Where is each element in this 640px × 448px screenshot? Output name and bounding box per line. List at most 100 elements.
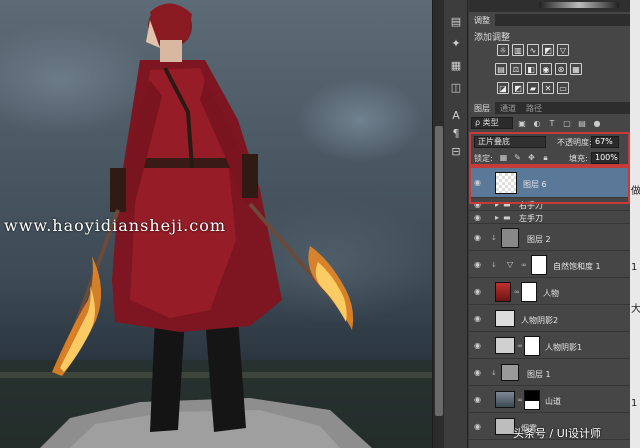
tab-channels[interactable]: 通道 (495, 102, 521, 114)
disclosure-icon[interactable]: ▸ (495, 200, 499, 209)
layer-group-row[interactable]: ◉ ▸ ▬ 左手刀 (469, 211, 630, 224)
layer-name: 人物阴影2 (521, 316, 559, 325)
lock-paint-icon[interactable]: ✎ (513, 153, 522, 162)
layer-thumbnail (495, 391, 515, 408)
folder-icon: ▬ (503, 213, 511, 222)
hue-saturation-icon[interactable]: ▤ (495, 63, 507, 75)
histogram-graph (539, 2, 619, 8)
properties-icon[interactable]: ⊟ (446, 142, 466, 160)
history-icon[interactable]: ▤ (446, 12, 466, 30)
layer-mask-thumbnail (524, 390, 540, 410)
adjust-icon[interactable]: ✦ (446, 34, 466, 52)
layer-row[interactable]: ◉ ∞ 人物阴影1 (469, 333, 630, 359)
eye-icon[interactable]: ◉ (474, 342, 484, 350)
blend-mode-select[interactable]: 正片叠底 (474, 136, 546, 148)
posterize-icon[interactable]: ◩ (512, 82, 524, 94)
invert-icon[interactable]: ◪ (497, 82, 509, 94)
chain-icon: ∞ (517, 396, 523, 404)
filter-toggle-icon[interactable]: ● (591, 117, 603, 129)
lock-label: 锁定: (474, 154, 493, 163)
brightness-icon[interactable]: ☼ (497, 44, 509, 56)
clip-arrow-icon: ↓ (491, 234, 497, 242)
eye-icon[interactable]: ◉ (474, 234, 484, 242)
layer-thumbnail (495, 337, 515, 354)
layer-thumbnail (495, 418, 515, 435)
selective-color-icon[interactable]: ✕ (542, 82, 554, 94)
adjustments-tabbar: 调整 (469, 14, 630, 26)
right-panels: 调整 添加调整 ☼ ▥ ∿ ◩ ▽ ▤ ⚖ ◧ ◉ ⊛ ▦ ◪ ◩ ▰ ✕ ▭ … (469, 0, 630, 448)
layer-name: 图层 2 (527, 235, 551, 244)
color-lookup-icon[interactable]: ▦ (570, 63, 582, 75)
watermark-text: www.haoyidiansheji.com (4, 216, 227, 235)
adjustments-row-3: ◪ ◩ ▰ ✕ ▭ (497, 82, 569, 94)
filter-type-select[interactable]: ρ 类型 (471, 117, 513, 129)
document-canvas[interactable]: www.haoyidiansheji.com (0, 0, 432, 448)
fill-label: 填充: (569, 154, 588, 163)
vibrance-icon[interactable]: ▽ (557, 44, 569, 56)
eye-icon[interactable]: ◉ (474, 396, 484, 404)
lock-transparent-icon[interactable]: ▦ (499, 153, 508, 162)
photo-filter-icon[interactable]: ◉ (540, 63, 552, 75)
adjustments-title: 添加调整 (474, 33, 511, 43)
color-balance-icon[interactable]: ⚖ (510, 63, 522, 75)
layer-name: 右手刀 (519, 201, 543, 210)
vibrance-icon: ▽ (507, 260, 514, 269)
edge-text: 大 (631, 304, 640, 315)
lock-all-icon[interactable]: 🔒︎ (541, 153, 550, 162)
filter-adjust-icon[interactable]: ◐ (531, 117, 543, 129)
layer-mask-thumbnail (531, 255, 547, 275)
eye-icon[interactable]: ◉ (474, 201, 484, 209)
levels-icon[interactable]: ▥ (512, 44, 524, 56)
eye-icon[interactable]: ◉ (474, 369, 484, 377)
filter-pixel-icon[interactable]: ▣ (516, 117, 528, 129)
eye-icon[interactable]: ◉ (474, 179, 484, 187)
filter-shape-icon[interactable]: ▢ (561, 117, 573, 129)
clip-arrow-icon: ↓ (491, 369, 497, 377)
canvas-scrollbar[interactable] (432, 0, 444, 448)
fill-field[interactable]: 100% (591, 152, 619, 164)
layer-thumbnail (495, 282, 511, 302)
filter-smart-icon[interactable]: ▤ (576, 117, 588, 129)
chain-icon: ∞ (514, 288, 520, 296)
layer-group-row[interactable]: ◉ ▸ ▬ 右手刀 (469, 198, 630, 211)
edge-text: 1 (631, 398, 638, 409)
layers-tabbar: 图层 通道 路径 (469, 102, 630, 114)
filter-text-icon[interactable]: T (546, 117, 558, 129)
layer-comp-icon[interactable]: ◫ (446, 78, 466, 96)
exposure-icon[interactable]: ◩ (542, 44, 554, 56)
layer-adjustment-row[interactable]: ◉ ↓ ▽ ∞ 自然饱和度 1 (469, 252, 630, 278)
clip-arrow-icon: ↓ (491, 261, 497, 269)
layer-name: 山道 (545, 397, 561, 406)
scrollbar-thumb[interactable] (435, 126, 443, 416)
layer-mask-thumbnail (521, 282, 537, 302)
layer-row[interactable]: ◉ 人物阴影2 (469, 306, 630, 332)
layer-thumbnail (495, 310, 515, 327)
layer-row[interactable]: ◉ ↓ 图层 1 (469, 360, 630, 386)
lock-move-icon[interactable]: ✥ (527, 153, 536, 162)
blend-options: 正片叠底 不透明度: 67% 锁定: ▦ ✎ ✥ 🔒︎ 填充: 100% (469, 132, 630, 166)
disclosure-icon[interactable]: ▸ (495, 213, 499, 222)
opacity-field[interactable]: 67% (591, 136, 619, 148)
character-icon[interactable]: A (446, 106, 466, 124)
channel-mixer-icon[interactable]: ⊛ (555, 63, 567, 75)
tab-adjustments[interactable]: 调整 (469, 14, 495, 26)
eye-icon[interactable]: ◉ (474, 315, 484, 323)
eye-icon[interactable]: ◉ (474, 261, 484, 269)
eye-icon[interactable]: ◉ (474, 423, 484, 431)
layer-row[interactable]: ◉ ∞ 人物 (469, 279, 630, 305)
layer-row[interactable]: ◉ 图层 6 (469, 168, 630, 198)
tab-layers[interactable]: 图层 (469, 102, 495, 114)
swatches-icon[interactable]: ▦ (446, 56, 466, 74)
eye-icon[interactable]: ◉ (474, 214, 484, 222)
paragraph-icon[interactable]: ¶ (446, 124, 466, 142)
tab-paths[interactable]: 路径 (521, 102, 547, 114)
black-white-icon[interactable]: ◧ (525, 63, 537, 75)
threshold-icon[interactable]: ▰ (527, 82, 539, 94)
layer-row[interactable]: ◉ ↓ 图层 2 (469, 225, 630, 251)
eye-icon[interactable]: ◉ (474, 288, 484, 296)
layer-name: 人物阴影1 (545, 343, 583, 352)
curves-icon[interactable]: ∿ (527, 44, 539, 56)
histogram-strip (469, 0, 630, 12)
gradient-map-icon[interactable]: ▭ (557, 82, 569, 94)
layer-row[interactable]: ◉ ∞ 山道 (469, 387, 630, 413)
